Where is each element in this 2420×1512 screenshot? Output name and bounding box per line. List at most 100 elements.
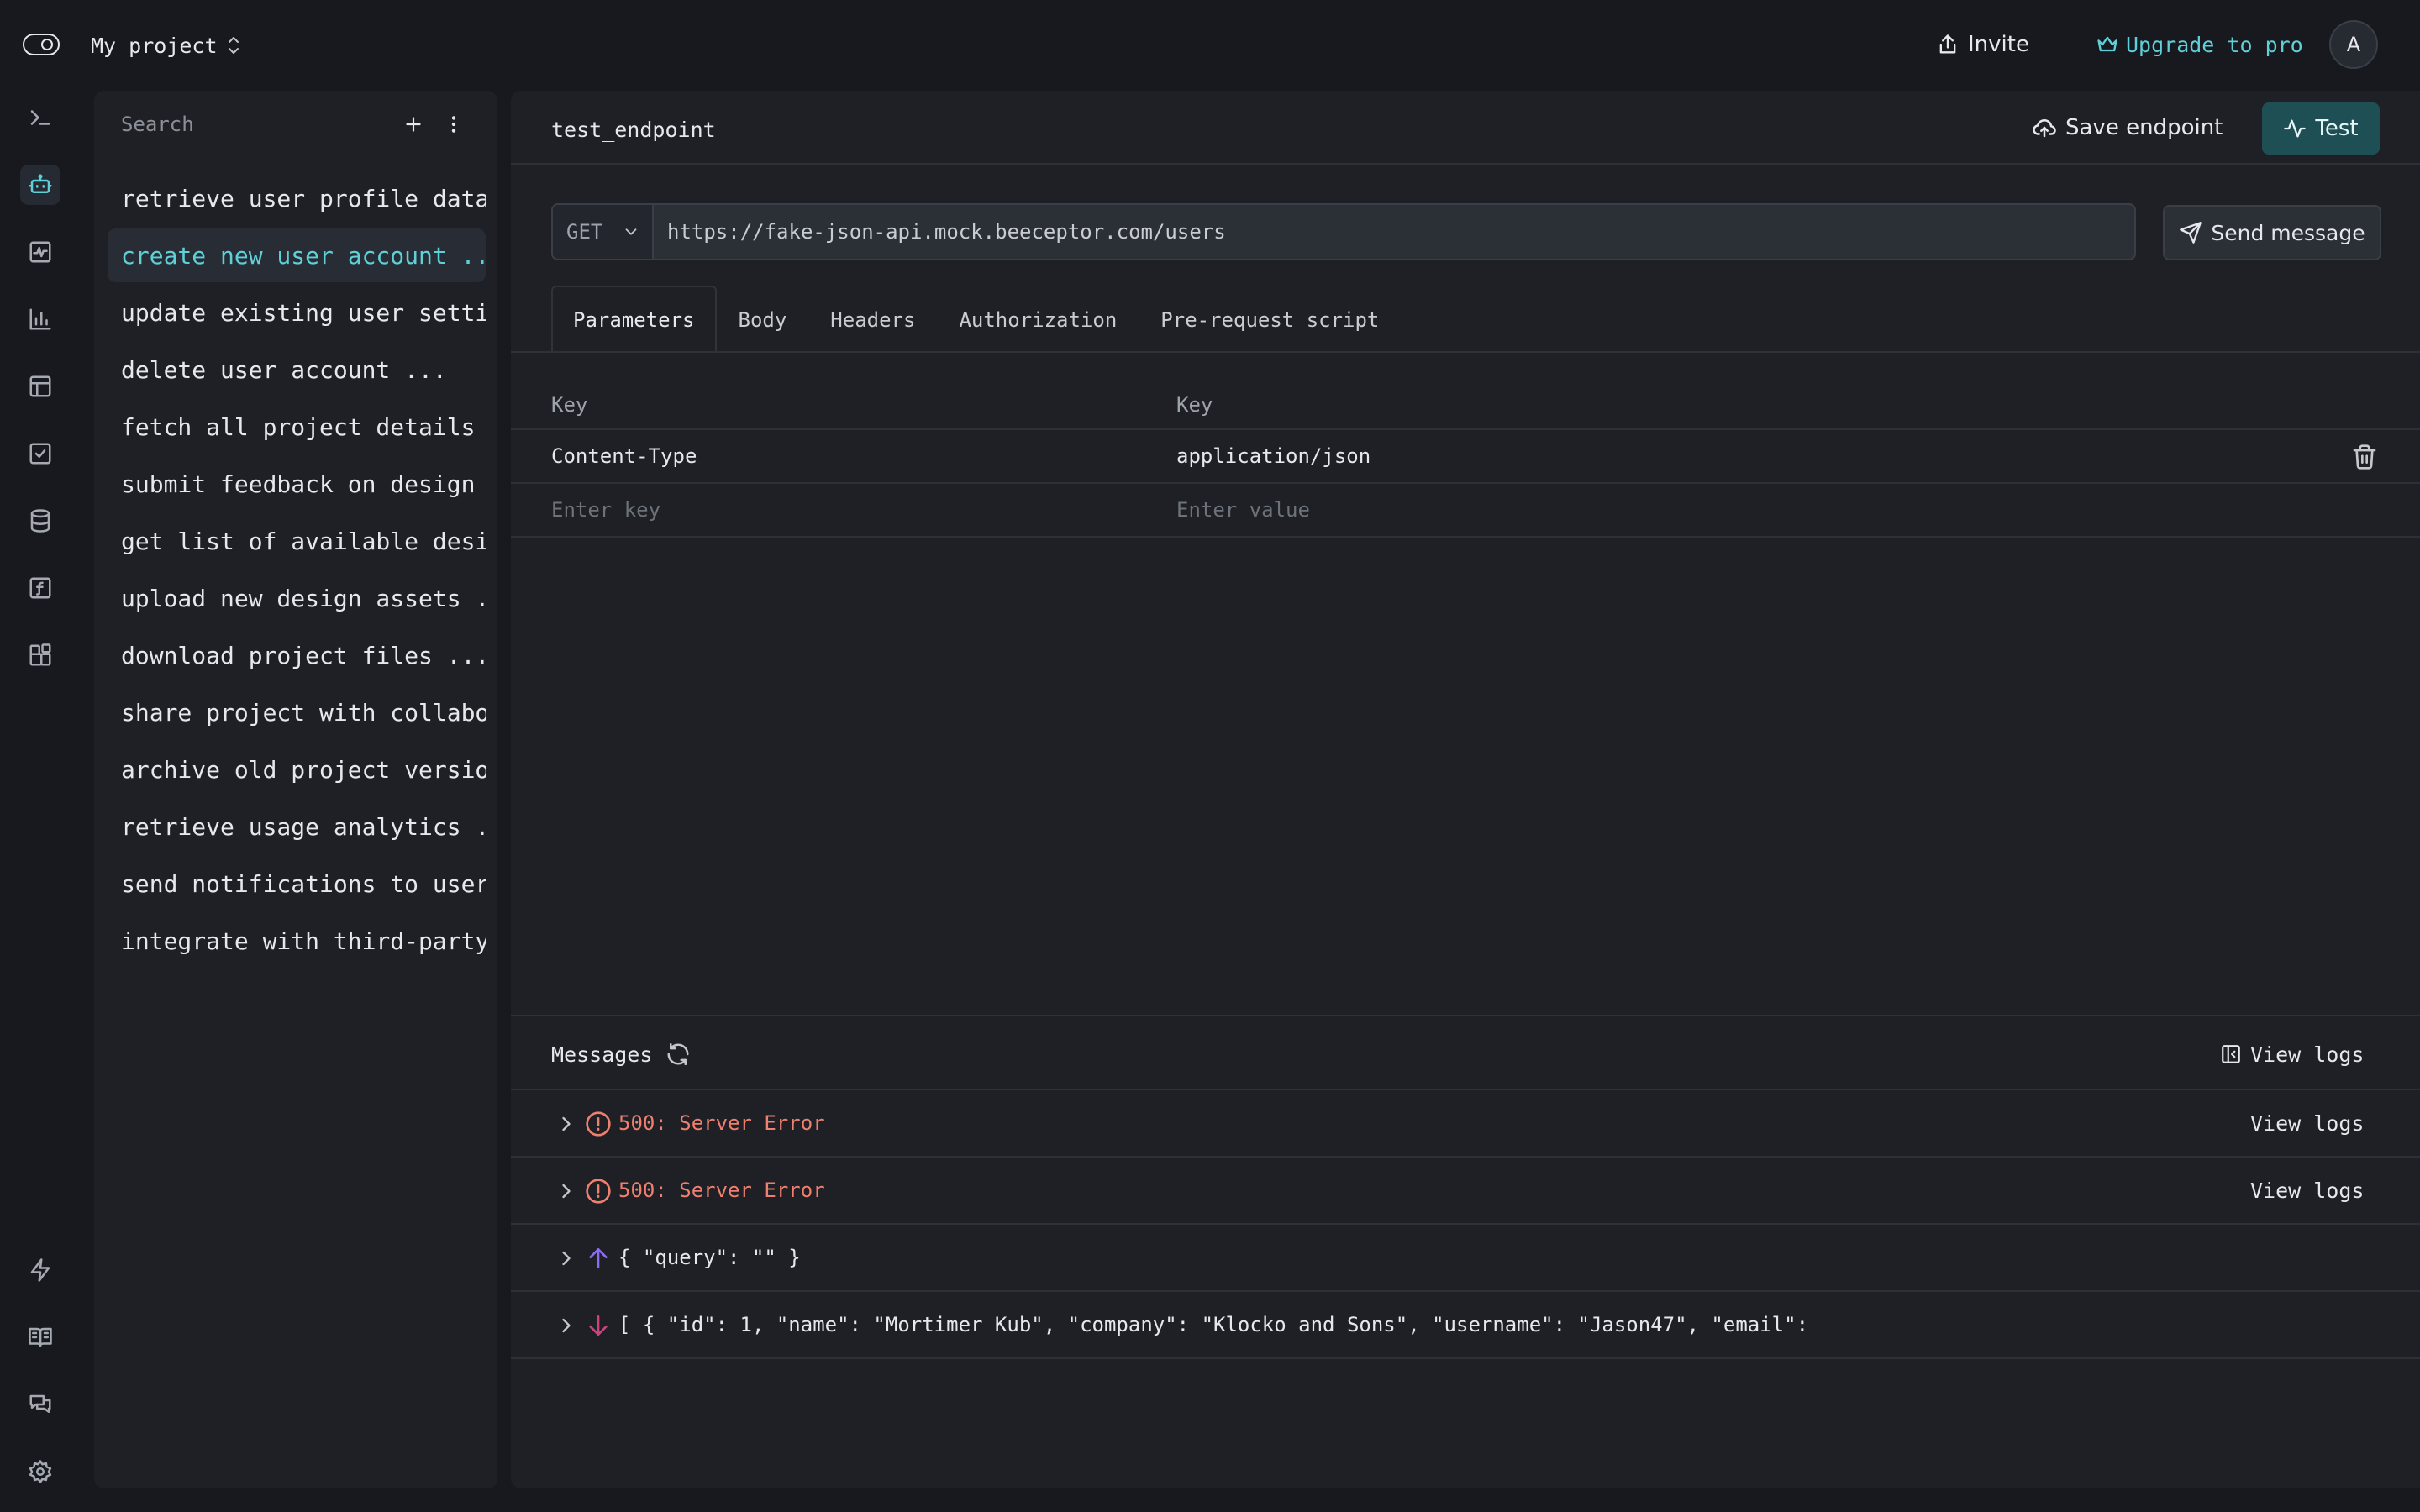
send-message-button[interactable]: Send message <box>2163 205 2381 260</box>
view-logs-link[interactable]: View logs <box>2250 1090 2364 1156</box>
endpoint-name[interactable]: test_endpoint <box>551 111 716 148</box>
messages-panel: Messages View logs 500: Server Error Vie… <box>511 1015 2420 1488</box>
chevron-right-icon[interactable] <box>555 1179 578 1203</box>
checkbox-icon[interactable] <box>20 433 60 474</box>
send-icon <box>2179 221 2202 244</box>
activity-icon <box>2283 117 2307 140</box>
view-logs-link[interactable]: View logs <box>2250 1158 2364 1223</box>
new-param-row: Enter key Enter value <box>511 484 2420 538</box>
tab-body[interactable]: Body <box>717 286 809 353</box>
invite-button[interactable]: Invite <box>1936 27 2029 62</box>
send-message-label: Send message <box>2211 220 2365 245</box>
message-row[interactable]: [ { "id": 1, "name": "Mortimer Kub", "co… <box>511 1292 2420 1359</box>
list-item[interactable]: get list of available designs <box>108 514 486 568</box>
list-item[interactable]: upload new design assets ... <box>108 571 486 625</box>
toggle-logo-icon[interactable] <box>22 32 60 57</box>
endpoint-list: retrieve user profile data create new us… <box>108 171 486 971</box>
chevron-right-icon[interactable] <box>555 1314 578 1337</box>
message-row[interactable]: 500: Server Error View logs <box>511 1090 2420 1158</box>
chevron-right-icon[interactable] <box>555 1112 578 1136</box>
upgrade-label: Upgrade to pro <box>2126 32 2303 57</box>
tab-headers[interactable]: Headers <box>808 286 937 353</box>
test-button[interactable]: Test <box>2262 102 2380 155</box>
zap-icon[interactable] <box>20 1250 60 1290</box>
tab-pre-request-script[interactable]: Pre-request script <box>1139 286 1401 353</box>
list-item[interactable]: archive old project versions <box>108 743 486 796</box>
cloud-upload-icon <box>2032 115 2057 140</box>
tab-authorization[interactable]: Authorization <box>937 286 1139 353</box>
message-text: 500: Server Error <box>618 1179 825 1202</box>
request-url-bar: GET https://fake-json-api.mock.beeceptor… <box>551 203 2136 260</box>
chat-icon[interactable] <box>20 1384 60 1425</box>
alert-circle-icon <box>585 1178 612 1205</box>
list-item[interactable]: retrieve user profile data <box>108 171 486 225</box>
list-item[interactable]: download project files ... <box>108 628 486 682</box>
project-switcher[interactable]: My project <box>91 29 243 62</box>
avatar[interactable]: A <box>2329 20 2378 69</box>
editor-header: test_endpoint Save endpoint Test <box>511 91 2420 165</box>
method-value: GET <box>566 220 603 244</box>
new-key-input[interactable]: Enter key <box>551 484 660 536</box>
message-row[interactable]: 500: Server Error View logs <box>511 1158 2420 1225</box>
message-text: { "query": "" } <box>618 1246 801 1269</box>
function-icon[interactable] <box>20 568 60 608</box>
trash-icon[interactable] <box>2351 444 2378 470</box>
method-select[interactable]: GET <box>553 205 654 259</box>
list-item[interactable]: integrate with third-party <box>108 914 486 968</box>
list-item[interactable]: delete user account ... <box>108 343 486 396</box>
crown-icon <box>2096 33 2119 56</box>
list-item[interactable]: retrieve usage analytics ... <box>108 800 486 853</box>
activity-icon[interactable] <box>20 232 60 272</box>
book-icon[interactable] <box>20 1317 60 1357</box>
list-item[interactable]: share project with collaborators <box>108 685 486 739</box>
more-options-button[interactable] <box>437 108 471 141</box>
endpoint-list-panel: Search retrieve user profile data create… <box>94 91 497 1488</box>
value-column-header: Key <box>1176 393 1213 417</box>
list-item[interactable]: update existing user settings <box>108 286 486 339</box>
endpoint-editor: test_endpoint Save endpoint Test GET htt… <box>511 91 2420 1488</box>
params-header-row: Key Key <box>511 381 2420 430</box>
alert-circle-icon <box>585 1110 612 1137</box>
chevron-up-down-icon <box>224 34 243 56</box>
settings-icon[interactable] <box>20 1452 60 1492</box>
view-logs-button[interactable]: View logs <box>2220 1037 2364 1072</box>
blocks-icon[interactable] <box>20 635 60 675</box>
param-row: Content-Type application/json <box>511 430 2420 484</box>
bot-icon[interactable] <box>20 165 60 205</box>
message-text: [ { "id": 1, "name": "Mortimer Kub", "co… <box>618 1313 1809 1336</box>
param-value[interactable]: application/json <box>1176 430 1370 482</box>
project-name: My project <box>91 33 218 58</box>
list-item[interactable]: send notifications to users <box>108 857 486 911</box>
search-placeholder: Search <box>121 113 194 136</box>
list-item[interactable]: create new user account ... <box>108 228 486 282</box>
terminal-icon[interactable] <box>20 97 60 138</box>
messages-label: Messages <box>551 1042 653 1067</box>
search-input[interactable]: Search <box>121 106 331 143</box>
more-vertical-icon <box>451 116 456 133</box>
share-icon <box>1936 33 1960 56</box>
list-item[interactable]: submit feedback on design ... <box>108 457 486 511</box>
new-value-input[interactable]: Enter value <box>1176 484 1310 536</box>
database-icon[interactable] <box>20 501 60 541</box>
view-logs-label: View logs <box>2250 1042 2365 1067</box>
list-item[interactable]: fetch all project details ... <box>108 400 486 454</box>
param-key[interactable]: Content-Type <box>551 430 697 482</box>
tab-parameters[interactable]: Parameters <box>551 286 717 353</box>
chevron-right-icon[interactable] <box>555 1247 578 1270</box>
refresh-icon[interactable] <box>666 1042 691 1067</box>
table-icon[interactable] <box>20 366 60 407</box>
bar-chart-icon[interactable] <box>20 299 60 339</box>
chevron-down-icon <box>622 223 640 241</box>
top-bar: My project Invite Upgrade to pro A <box>0 0 2420 89</box>
key-column-header: Key <box>551 393 588 417</box>
messages-title: Messages <box>551 1037 691 1072</box>
message-row[interactable]: { "query": "" } <box>511 1225 2420 1292</box>
arrow-up-icon <box>585 1245 612 1272</box>
request-tabs: Parameters Body Headers Authorization Pr… <box>551 286 1401 353</box>
url-input[interactable]: https://fake-json-api.mock.beeceptor.com… <box>654 205 2134 259</box>
save-endpoint-label: Save endpoint <box>2065 115 2223 140</box>
panel-left-icon <box>2220 1043 2242 1065</box>
save-endpoint-button[interactable]: Save endpoint <box>2032 108 2223 148</box>
upgrade-button[interactable]: Upgrade to pro <box>2096 27 2303 62</box>
add-endpoint-button[interactable] <box>397 108 430 141</box>
